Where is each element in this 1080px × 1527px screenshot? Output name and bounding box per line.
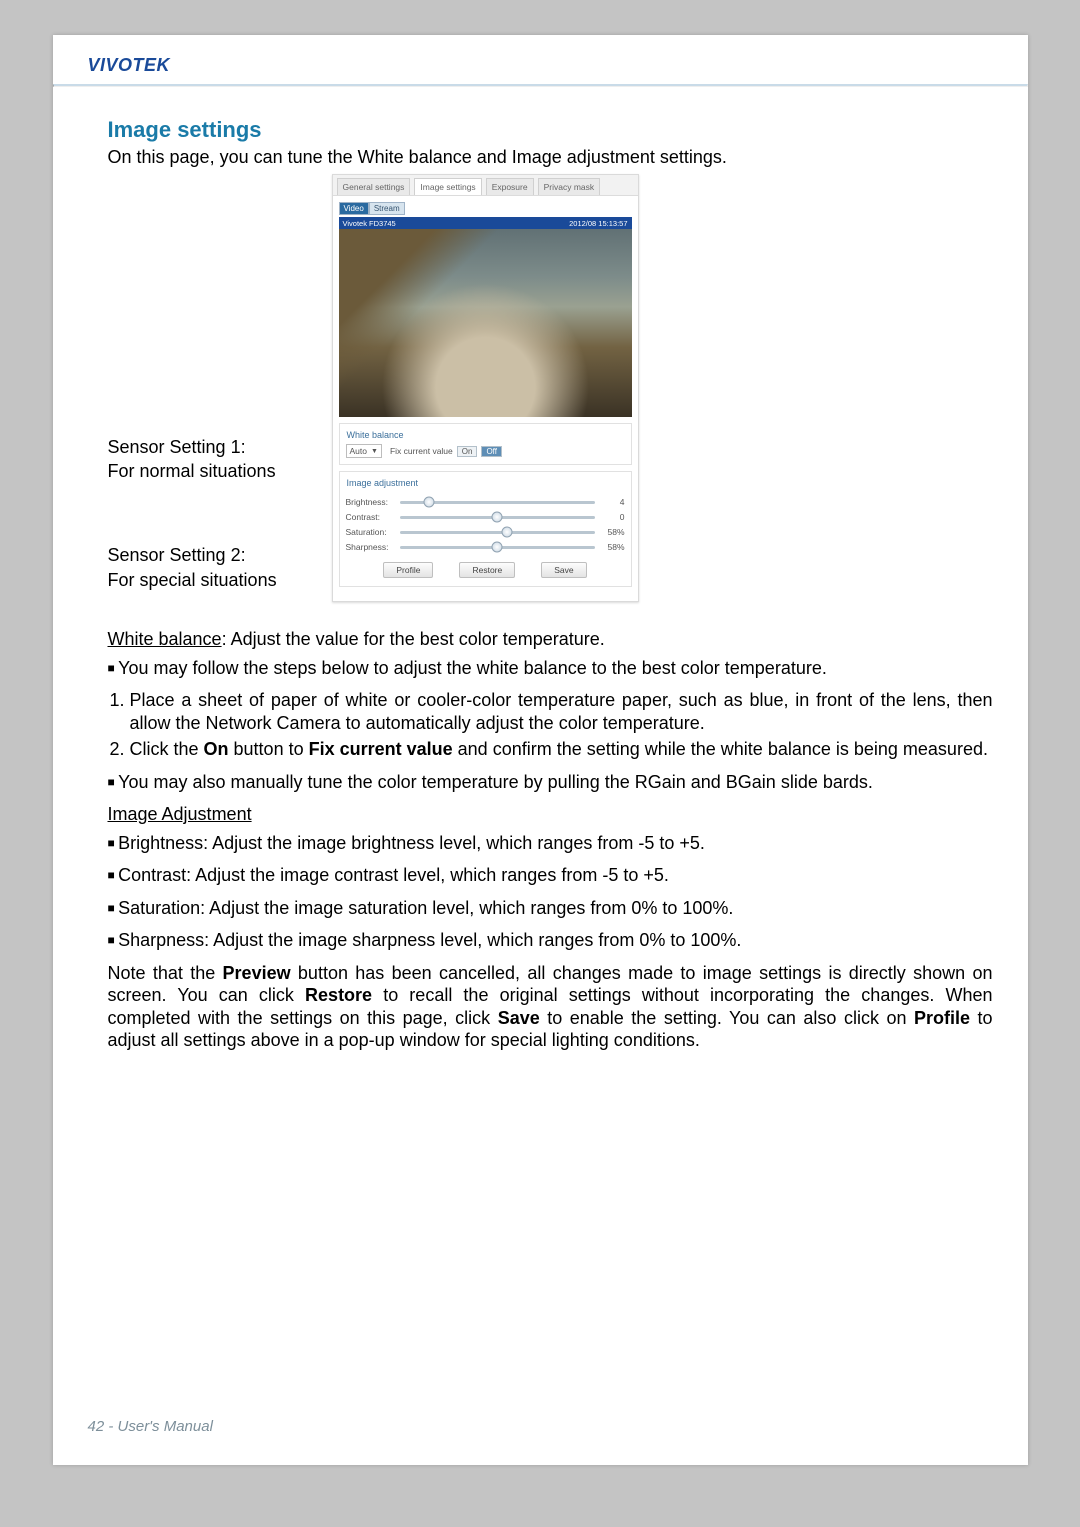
preview-left: Vivotek FD3745 bbox=[343, 219, 396, 228]
chip-stream[interactable]: Stream bbox=[369, 202, 405, 215]
callout-sensor-2-line1: Sensor Setting 2: bbox=[108, 543, 318, 567]
save-button[interactable]: Save bbox=[541, 562, 586, 578]
adj-brightness: Brightness: Adjust the image brightness … bbox=[108, 832, 993, 855]
white-balance-select[interactable]: Auto ▼ bbox=[346, 444, 382, 458]
callout-sensor-1-line1: Sensor Setting 1: bbox=[108, 435, 318, 459]
wb-heading-tail: : Adjust the value for the best color te… bbox=[222, 629, 605, 649]
note-f: Save bbox=[498, 1008, 540, 1028]
wb-step-2e: and confirm the setting while the white … bbox=[453, 739, 988, 759]
saturation-label: Saturation: bbox=[346, 527, 394, 537]
contrast-value: 0 bbox=[601, 512, 625, 522]
contrast-label: Contrast: bbox=[346, 512, 394, 522]
wb-step-2: Click the On button to Fix current value… bbox=[130, 738, 993, 761]
white-balance-title: White balance bbox=[344, 430, 407, 440]
fix-current-value-label: Fix current value bbox=[390, 446, 453, 456]
sharpness-label: Sharpness: bbox=[346, 542, 394, 552]
contrast-thumb[interactable] bbox=[492, 512, 503, 523]
sharpness-slider[interactable] bbox=[400, 546, 595, 549]
callout-sensor-1: Sensor Setting 1: For normal situations bbox=[108, 435, 318, 484]
wb-off-button[interactable]: Off bbox=[481, 446, 502, 457]
note-g: to enable the setting. You can also clic… bbox=[540, 1008, 914, 1028]
white-balance-fieldset: White balance Auto ▼ Fix current value O… bbox=[339, 423, 632, 465]
page-footer: 42 - User's Manual bbox=[88, 1418, 213, 1435]
brightness-label: Brightness: bbox=[346, 497, 394, 507]
tab-exposure[interactable]: Exposure bbox=[486, 178, 534, 195]
camera-preview: Vivotek FD3745 2012/08 15:13:57 bbox=[339, 217, 632, 417]
wb-step-2c: button to bbox=[229, 739, 309, 759]
note-d: Restore bbox=[305, 985, 372, 1005]
brightness-slider[interactable] bbox=[400, 501, 595, 504]
brightness-value: 4 bbox=[601, 497, 625, 507]
panel-tabs: General settings Image settings Exposure… bbox=[333, 175, 638, 196]
adj-heading: Image Adjustment bbox=[108, 804, 252, 824]
saturation-row: Saturation: 58% bbox=[346, 527, 625, 537]
image-adjust-title: Image adjustment bbox=[344, 478, 422, 488]
wb-step-2b: On bbox=[204, 739, 229, 759]
note-paragraph: Note that the Preview button has been ca… bbox=[108, 962, 993, 1052]
saturation-value: 58% bbox=[601, 527, 625, 537]
wb-on-button[interactable]: On bbox=[457, 446, 478, 457]
preview-right: 2012/08 15:13:57 bbox=[569, 219, 627, 228]
image-adjust-fieldset: Image adjustment Brightness: 4 Contrast:… bbox=[339, 471, 632, 587]
adj-contrast: Contrast: Adjust the image contrast leve… bbox=[108, 864, 993, 887]
sharpness-thumb[interactable] bbox=[492, 542, 503, 553]
wb-step-2d: Fix current value bbox=[309, 739, 453, 759]
note-h: Profile bbox=[914, 1008, 970, 1028]
tab-privacy-mask[interactable]: Privacy mask bbox=[538, 178, 601, 195]
profile-button[interactable]: Profile bbox=[383, 562, 433, 578]
callout-sensor-1-line2: For normal situations bbox=[108, 459, 318, 483]
settings-panel: General settings Image settings Exposure… bbox=[332, 174, 639, 602]
restore-button[interactable]: Restore bbox=[459, 562, 515, 578]
adj-saturation: Saturation: Adjust the image saturation … bbox=[108, 897, 993, 920]
contrast-row: Contrast: 0 bbox=[346, 512, 625, 522]
saturation-slider[interactable] bbox=[400, 531, 595, 534]
note-b: Preview bbox=[223, 963, 291, 983]
brightness-row: Brightness: 4 bbox=[346, 497, 625, 507]
sharpness-value: 58% bbox=[601, 542, 625, 552]
chevron-down-icon: ▼ bbox=[371, 448, 378, 455]
wb-step-2a: Click the bbox=[130, 739, 204, 759]
contrast-slider[interactable] bbox=[400, 516, 595, 519]
section-title: Image settings bbox=[108, 117, 993, 143]
brand-logo: VIVOTEK bbox=[88, 55, 993, 76]
adj-sharpness: Sharpness: Adjust the image sharpness le… bbox=[108, 929, 993, 952]
sharpness-row: Sharpness: 58% bbox=[346, 542, 625, 552]
brightness-thumb[interactable] bbox=[423, 497, 434, 508]
wb-bullet-1: You may follow the steps below to adjust… bbox=[108, 657, 993, 680]
wb-heading: White balance bbox=[108, 629, 222, 649]
tab-image-settings[interactable]: Image settings bbox=[414, 178, 481, 195]
white-balance-select-label: Auto bbox=[350, 446, 368, 456]
note-a: Note that the bbox=[108, 963, 223, 983]
saturation-thumb[interactable] bbox=[501, 527, 512, 538]
wb-step-1: Place a sheet of paper of white or coole… bbox=[130, 689, 993, 734]
section-intro: On this page, you can tune the White bal… bbox=[108, 147, 993, 168]
chip-video[interactable]: Video bbox=[339, 202, 369, 215]
wb-bullet-2: You may also manually tune the color tem… bbox=[108, 771, 993, 794]
tab-general[interactable]: General settings bbox=[337, 178, 411, 195]
callout-sensor-2: Sensor Setting 2: For special situations bbox=[108, 543, 318, 592]
wb-heading-line: White balance: Adjust the value for the … bbox=[108, 628, 993, 651]
video-stream-chips: Video Stream bbox=[339, 202, 632, 215]
callout-sensor-2-line2: For special situations bbox=[108, 568, 318, 592]
